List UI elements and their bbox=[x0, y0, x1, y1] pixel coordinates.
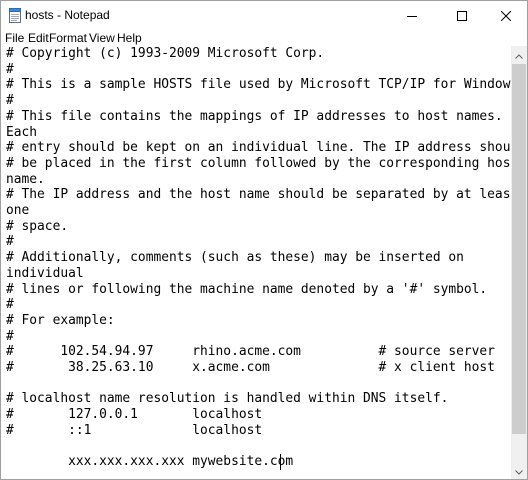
minimize-icon bbox=[407, 11, 417, 21]
maximize-icon bbox=[457, 10, 467, 21]
window-title: hosts - Notepad bbox=[25, 8, 110, 22]
vertical-scrollbar[interactable] bbox=[511, 46, 527, 479]
text-editor[interactable]: # Copyright (c) 1993-2009 Microsoft Corp… bbox=[1, 46, 511, 479]
scroll-up-arrow-icon bbox=[515, 46, 523, 64]
scroll-down-arrow-icon bbox=[515, 462, 523, 480]
minimize-button[interactable] bbox=[389, 1, 435, 30]
editor-text[interactable]: # Copyright (c) 1993-2009 Microsoft Corp… bbox=[6, 46, 511, 470]
maximize-button[interactable] bbox=[439, 1, 485, 30]
scroll-thumb[interactable] bbox=[512, 64, 526, 434]
menu-edit[interactable]: Edit bbox=[28, 31, 49, 45]
close-button[interactable] bbox=[483, 1, 527, 30]
scroll-up-button[interactable] bbox=[511, 46, 527, 63]
menu-bar: File Edit Format View Help bbox=[1, 30, 527, 46]
menu-view[interactable]: View bbox=[89, 31, 115, 45]
menu-format[interactable]: Format bbox=[49, 31, 87, 45]
menu-help[interactable]: Help bbox=[117, 31, 142, 45]
scroll-down-button[interactable] bbox=[511, 462, 527, 479]
notepad-window: hosts - Notepad File Edit Format View He… bbox=[0, 0, 528, 480]
text-caret bbox=[280, 454, 281, 470]
notepad-icon[interactable] bbox=[8, 8, 22, 23]
close-icon bbox=[501, 10, 511, 21]
title-bar[interactable]: hosts - Notepad bbox=[1, 1, 527, 30]
menu-file[interactable]: File bbox=[5, 31, 24, 45]
